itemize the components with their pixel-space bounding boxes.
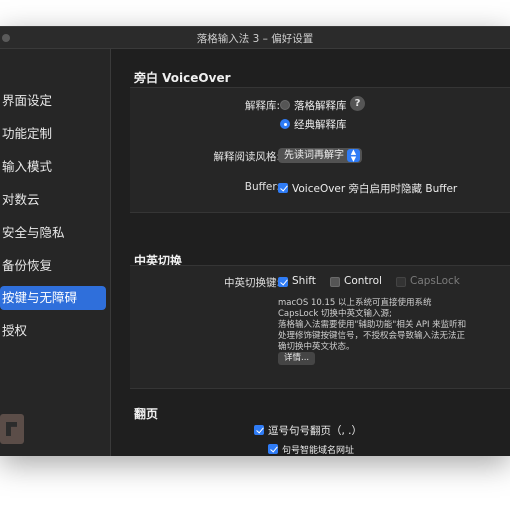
preferences-window: 落格输入法 3 – 偏好设置 界面设定 功能定制 输入模式 对数云 安全与隐私 … xyxy=(0,26,510,456)
control-label[interactable]: Control xyxy=(344,275,382,287)
details-button[interactable]: 详情... xyxy=(278,352,316,365)
sidebar-item-license[interactable]: 授权 xyxy=(0,319,106,343)
library-radio-luoge[interactable] xyxy=(280,100,290,110)
capslock-checkbox xyxy=(396,277,406,287)
sidebar-item-security[interactable]: 安全与隐私 xyxy=(0,221,106,245)
reading-style-label: 解释阅读风格: xyxy=(213,151,280,163)
sidebar-item-cloud[interactable]: 对数云 xyxy=(0,188,106,212)
chevron-updown-icon: ▲ ▼ xyxy=(347,149,360,162)
sidebar-item-keys-accessibility[interactable]: 按键与无障碍 xyxy=(0,286,106,310)
comma-period-paging-label[interactable]: 逗号句号翻页（, .） xyxy=(268,423,362,438)
hide-buffer-label[interactable]: VoiceOver 旁白启用时隐藏 Buffer xyxy=(292,181,457,196)
sidebar: 界面设定 功能定制 输入模式 对数云 安全与隐私 备份恢复 按键与无障碍 授权 xyxy=(0,49,111,456)
section-title-paging: 翻页 xyxy=(134,407,159,421)
app-logo-icon xyxy=(0,414,24,444)
capslock-label: CapsLock xyxy=(410,275,460,287)
settings-pane: 旁白 VoiceOver 解释库: 落格解释库 ? 经典解释库 解释阅读风格: … xyxy=(112,49,510,456)
sidebar-item-features[interactable]: 功能定制 xyxy=(0,122,106,146)
comma-period-paging-checkbox[interactable] xyxy=(254,425,264,435)
switch-description: macOS 10.15 以上系统可直接使用系统 CapsLock 切换中英文输入… xyxy=(278,298,467,352)
switch-panel: 中英切换键: Shift Control CapsLock macOS 10.1… xyxy=(130,265,510,389)
shift-checkbox[interactable] xyxy=(278,277,288,287)
library-label: 解释库: xyxy=(244,100,280,112)
library-radio-classic[interactable] xyxy=(280,119,290,129)
window-title: 落格输入法 3 – 偏好设置 xyxy=(196,33,314,45)
switch-key-label: 中英切换键: xyxy=(223,277,280,289)
hide-buffer-checkbox[interactable] xyxy=(278,183,288,193)
control-checkbox[interactable] xyxy=(330,277,340,287)
smart-domain-label[interactable]: 句号智能域名网址 xyxy=(282,443,354,456)
shift-label[interactable]: Shift xyxy=(292,275,316,287)
voiceover-panel: 解释库: 落格解释库 ? 经典解释库 解释阅读风格: 先读词再解字 ▲ ▼ Buf… xyxy=(130,87,510,213)
sidebar-item-backup[interactable]: 备份恢复 xyxy=(0,254,106,278)
sidebar-item-input-mode[interactable]: 输入模式 xyxy=(0,155,106,179)
smart-domain-checkbox[interactable] xyxy=(268,444,278,454)
reading-style-select[interactable]: 先读词再解字 ▲ ▼ xyxy=(278,148,362,163)
library-option-luoge[interactable]: 落格解释库 xyxy=(294,98,347,113)
sidebar-item-interface[interactable]: 界面设定 xyxy=(0,89,106,113)
section-title-voiceover: 旁白 VoiceOver xyxy=(134,71,231,85)
reading-style-value: 先读词再解字 xyxy=(284,150,344,161)
title-bar[interactable]: 落格输入法 3 – 偏好设置 xyxy=(0,27,510,49)
library-option-classic[interactable]: 经典解释库 xyxy=(294,117,347,132)
help-icon[interactable]: ? xyxy=(350,96,365,111)
buffer-label: Buffer: xyxy=(244,181,280,193)
